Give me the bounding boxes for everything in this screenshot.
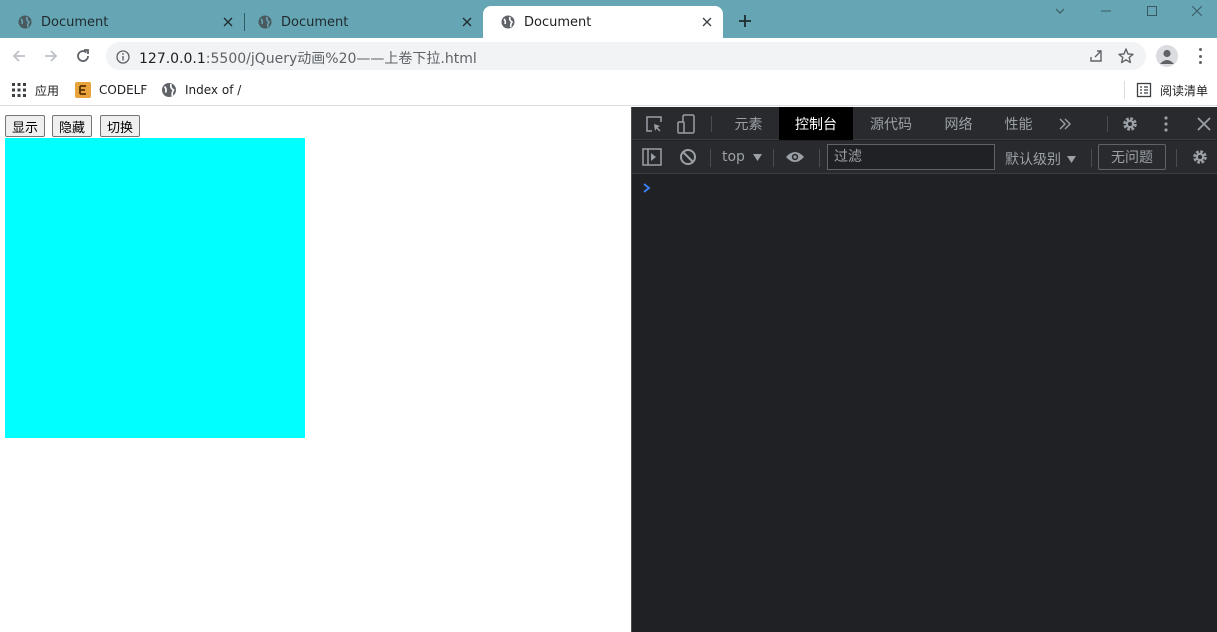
- url-text: 127.0.0.1:5500/jQuery动画%20——上卷下拉.html: [139, 48, 477, 68]
- globe-icon: [501, 15, 515, 29]
- bookmark-index[interactable]: Index of /: [161, 81, 241, 99]
- bookmark-star-icon[interactable]: [1117, 47, 1135, 65]
- bookmark-label: Index of /: [185, 83, 242, 97]
- sidebar-toggle-icon[interactable]: [642, 147, 662, 167]
- toolbar-divider: [710, 149, 711, 167]
- share-icon[interactable]: [1088, 48, 1104, 64]
- bookmark-label: 应用: [35, 83, 60, 98]
- bookmark-apps[interactable]: 应用: [11, 81, 59, 99]
- site-info-icon[interactable]: [116, 49, 130, 64]
- new-tab-plus-icon[interactable]: [735, 11, 755, 31]
- minimize-icon[interactable]: [1086, 0, 1126, 22]
- close-tab-icon[interactable]: [220, 14, 236, 30]
- browser-menu-icon[interactable]: [1193, 46, 1207, 66]
- tab-strip: Document Document Document: [0, 0, 1217, 38]
- back-arrow-icon[interactable]: [6, 44, 32, 68]
- filter-input[interactable]: [827, 144, 995, 170]
- log-level-dropdown[interactable]: 默认级别: [1005, 149, 1076, 169]
- profile-avatar-icon[interactable]: [1156, 45, 1178, 67]
- forward-arrow-icon[interactable]: [38, 44, 64, 68]
- settings-gear-icon[interactable]: [1120, 114, 1140, 134]
- toolbar-divider: [1091, 149, 1092, 167]
- apps-grid-icon: [11, 82, 27, 98]
- tab-title: Document: [41, 14, 109, 30]
- animated-box: [5, 138, 305, 438]
- bookmarks-bar: 应用 CODELF Index of / 阅读清单: [0, 74, 1217, 106]
- context-selector[interactable]: top: [722, 149, 762, 165]
- address-bar[interactable]: 127.0.0.1:5500/jQuery动画%20——上卷下拉.html: [106, 42, 1146, 70]
- reading-list[interactable]: 阅读清单: [1136, 81, 1208, 99]
- toolbar-divider: [1176, 149, 1177, 167]
- maximize-icon[interactable]: [1132, 0, 1172, 22]
- live-expression-eye-icon[interactable]: [785, 147, 805, 167]
- devtools-panel: 元素 控制台 源代码 网络 性能 top 过滤 默认级别 无问题: [631, 107, 1217, 632]
- bookmark-codelf[interactable]: CODELF: [75, 81, 147, 99]
- show-button[interactable]: 显示: [5, 115, 46, 137]
- globe-icon: [161, 82, 177, 98]
- close-window-icon[interactable]: [1177, 0, 1217, 22]
- toolbar-divider: [711, 116, 712, 132]
- devtools-tab-network[interactable]: 网络: [930, 107, 987, 140]
- tab-title: Document: [281, 14, 349, 30]
- close-tab-icon[interactable]: [699, 14, 715, 30]
- codelf-icon: [75, 82, 91, 98]
- toolbar-divider: [819, 149, 820, 167]
- inspect-element-icon[interactable]: [644, 114, 664, 134]
- console-settings-gear-icon[interactable]: [1190, 147, 1210, 167]
- globe-icon: [18, 15, 32, 29]
- reading-list-icon: [1136, 82, 1152, 98]
- close-tab-icon[interactable]: [459, 14, 475, 30]
- web-page: 显示 隐藏 切换: [0, 107, 631, 632]
- browser-tab[interactable]: Document: [0, 6, 244, 38]
- toggle-button[interactable]: 切换: [100, 115, 141, 137]
- dropdown-arrow-icon: [752, 153, 762, 161]
- more-tabs-chevron-icon[interactable]: [1055, 114, 1075, 134]
- bookmarks-divider: [1124, 81, 1125, 99]
- context-label: top: [722, 149, 745, 165]
- devtools-tab-elements[interactable]: 元素: [720, 107, 777, 140]
- console-toolbar: top 默认级别 无问题: [632, 141, 1217, 174]
- globe-icon: [258, 15, 272, 29]
- tab-title: Document: [524, 14, 592, 30]
- reload-icon[interactable]: [70, 44, 96, 68]
- close-devtools-icon[interactable]: [1194, 114, 1214, 134]
- dropdown-arrow-icon: [1067, 155, 1076, 163]
- reading-list-label: 阅读清单: [1160, 83, 1209, 98]
- device-toggle-icon[interactable]: [676, 114, 696, 134]
- url-path: :5500/jQuery动画%20——上卷下拉.html: [205, 51, 477, 67]
- bookmark-label: CODELF: [99, 83, 148, 97]
- address-toolbar: 127.0.0.1:5500/jQuery动画%20——上卷下拉.html: [0, 38, 1217, 74]
- log-level-label: 默认级别: [1005, 152, 1061, 168]
- devtools-tab-console[interactable]: 控制台: [779, 107, 853, 140]
- toolbar-divider: [1107, 116, 1108, 132]
- browser-tab[interactable]: Document: [240, 6, 483, 38]
- issues-button[interactable]: 无问题: [1098, 144, 1166, 170]
- hide-button[interactable]: 隐藏: [52, 115, 93, 137]
- clear-console-icon[interactable]: [678, 147, 698, 167]
- url-host: 127.0.0.1: [139, 51, 206, 67]
- devtools-tab-performance[interactable]: 性能: [990, 107, 1047, 140]
- devtools-menu-icon[interactable]: [1156, 114, 1176, 134]
- toolbar-divider: [773, 149, 774, 167]
- console-prompt-chevron-icon[interactable]: [642, 179, 654, 193]
- tab-search-chevron-icon[interactable]: [1040, 0, 1080, 22]
- devtools-tab-bar: 元素 控制台 源代码 网络 性能: [632, 107, 1217, 140]
- devtools-tab-sources[interactable]: 源代码: [856, 107, 926, 140]
- browser-tab-active[interactable]: Document: [483, 6, 723, 38]
